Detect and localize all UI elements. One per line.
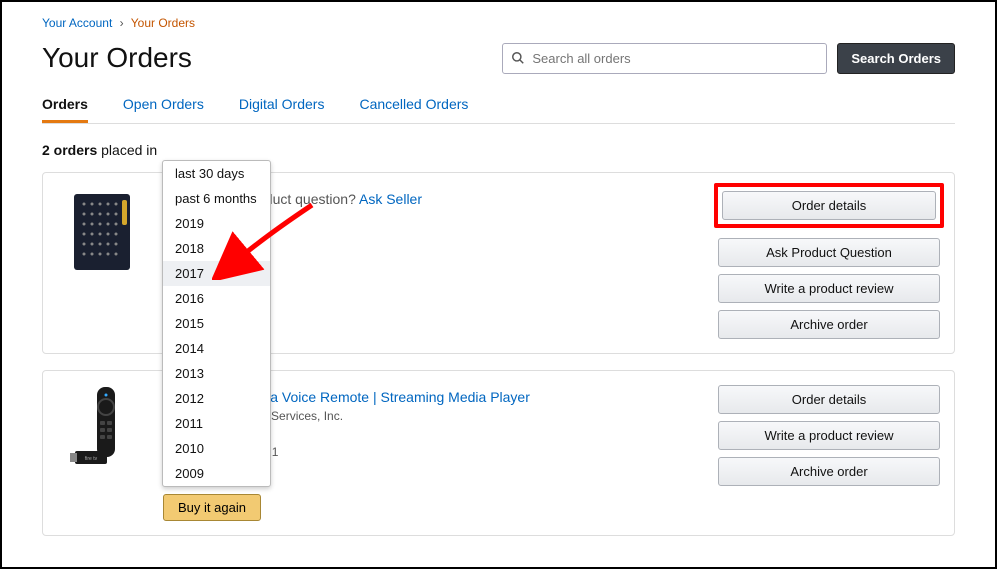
date-filter-option[interactable]: 2010 xyxy=(163,436,270,461)
product-question-text: Product question? Ask Seller xyxy=(243,191,702,207)
tab-orders[interactable]: Orders xyxy=(42,96,88,123)
date-filter-option[interactable]: 2016 xyxy=(163,286,270,311)
product-thumbnail[interactable]: fire tv xyxy=(57,385,147,475)
breadcrumb-separator: › xyxy=(120,16,124,30)
product-title-link[interactable]: Alexa Voice Remote | Streaming Media Pla… xyxy=(243,389,530,405)
breadcrumb: Your Account › Your Orders xyxy=(42,16,955,30)
date-filter-option[interactable]: last 30 days xyxy=(163,161,270,186)
product-thumbnail[interactable] xyxy=(57,187,147,277)
product-image-icon: fire tv xyxy=(67,385,137,475)
date-filter-option[interactable]: 2015 xyxy=(163,311,270,336)
breadcrumb-account[interactable]: Your Account xyxy=(42,16,112,30)
date-filter-option[interactable]: 2013 xyxy=(163,361,270,386)
date-filter-option[interactable]: 2017 xyxy=(163,261,270,286)
archive-order-button[interactable]: Archive order xyxy=(718,310,940,339)
order-details-button[interactable]: Order details xyxy=(722,191,936,220)
order-details-button[interactable]: Order details xyxy=(718,385,940,414)
tabs: Orders Open Orders Digital Orders Cancel… xyxy=(42,96,955,124)
page-title: Your Orders xyxy=(42,42,192,74)
ask-product-question-button[interactable]: Ask Product Question xyxy=(718,238,940,267)
date-filter-dropdown[interactable]: last 30 dayspast 6 months201920182017201… xyxy=(162,160,271,487)
archive-order-button[interactable]: Archive order xyxy=(718,457,940,486)
date-filter-option[interactable]: 2009 xyxy=(163,461,270,486)
date-filter-option[interactable]: 2018 xyxy=(163,236,270,261)
buy-it-again-button[interactable]: Buy it again xyxy=(163,494,261,521)
date-filter-option[interactable]: past 6 months xyxy=(163,186,270,211)
date-filter-option[interactable]: 2012 xyxy=(163,386,270,411)
order-count-suffix: placed in xyxy=(97,142,157,158)
search-box[interactable] xyxy=(502,43,827,74)
write-review-button[interactable]: Write a product review xyxy=(718,421,940,450)
date-filter-option[interactable]: 2019 xyxy=(163,211,270,236)
write-review-button[interactable]: Write a product review xyxy=(718,274,940,303)
ask-seller-link[interactable]: Ask Seller xyxy=(359,191,422,207)
order-count-row: 2 orders placed in xyxy=(42,142,955,158)
breadcrumb-current[interactable]: Your Orders xyxy=(131,16,195,30)
product-image-icon xyxy=(72,192,132,272)
search-icon xyxy=(511,51,525,65)
search-orders-button[interactable]: Search Orders xyxy=(837,43,955,74)
tab-cancelled-orders[interactable]: Cancelled Orders xyxy=(359,96,468,123)
annotation-highlight: Order details xyxy=(714,183,944,228)
date-filter-option[interactable]: 2014 xyxy=(163,336,270,361)
order-count: 2 orders xyxy=(42,142,97,158)
tab-digital-orders[interactable]: Digital Orders xyxy=(239,96,325,123)
product-vendor: igital Services, Inc. xyxy=(243,409,702,423)
date-filter-option[interactable]: 2011 xyxy=(163,411,270,436)
search-input[interactable] xyxy=(532,51,818,66)
tab-open-orders[interactable]: Open Orders xyxy=(123,96,204,123)
svg-text:fire tv: fire tv xyxy=(85,456,98,462)
